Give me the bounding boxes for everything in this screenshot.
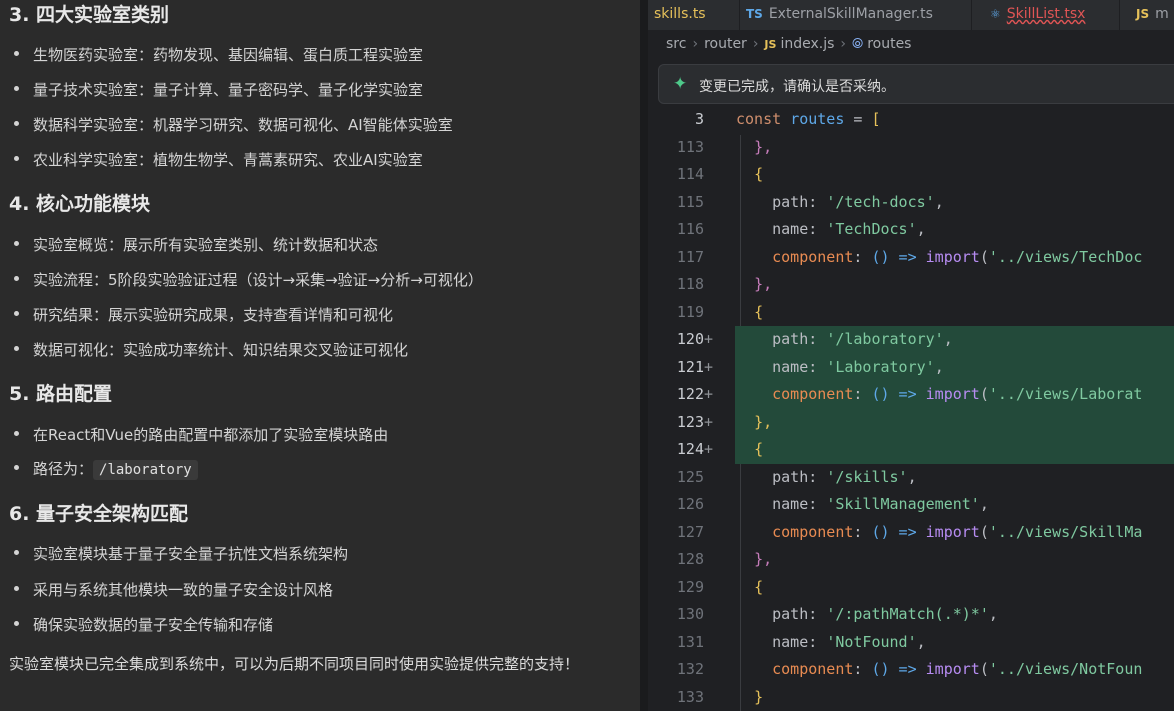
list-item: 实验室模块基于量子安全量子抗性文档系统架构 [14, 543, 348, 564]
plus-icon: + [704, 330, 714, 348]
diff-highlight [735, 408, 1174, 436]
plus-icon: + [704, 440, 714, 458]
js-file-icon: JS [764, 38, 777, 51]
added-code-line[interactable]: 120 + path: '/laboratory', [648, 326, 1174, 354]
chat-panel: 3. 四大实验室类别 生物医药实验室：药物发现、基因编辑、蛋白质工程实验室 量子… [0, 0, 640, 711]
breadcrumb-router[interactable]: router [704, 36, 747, 52]
list-item: 数据可视化：实验成功率统计、知识结果交叉验证可视化 [14, 339, 408, 360]
code-editor[interactable]: skills.ts TS ExternalSkillManager.ts ⚛ Ski… [648, 0, 1174, 711]
breadcrumb-file[interactable]: index.js [780, 36, 834, 52]
react-icon: ⚛ [990, 7, 1001, 21]
bullet-icon [14, 621, 19, 626]
code-line[interactable]: 131 name: 'NotFound', [648, 629, 1174, 657]
added-code-line[interactable]: 122 + component: () => import('../views/L… [648, 381, 1174, 409]
code-line[interactable]: 113 }, [648, 134, 1174, 162]
sparkle-icon: ✦ [673, 74, 688, 94]
bullet-icon [14, 586, 19, 591]
code-line[interactable]: 132 component: () => import('../views/No… [648, 656, 1174, 684]
bullet-icon [14, 465, 19, 470]
code-line[interactable]: 116 name: 'TechDocs', [648, 216, 1174, 244]
inline-code: /laboratory [93, 460, 198, 480]
breadcrumb-symbol[interactable]: routes [867, 36, 911, 52]
list-item: 数据科学实验室：机器学习研究、数据可视化、AI智能体实验室 [14, 114, 453, 135]
list-item: 研究结果：展示实验研究成果，支持查看详情和可视化 [14, 304, 393, 325]
notice-text: 变更已完成，请确认是否采纳。 [699, 79, 895, 95]
section-title: 5. 路由配置 [9, 383, 113, 405]
code-line[interactable]: 3 const routes = [ [648, 106, 1174, 134]
bullet-icon [14, 346, 19, 351]
tab-bar: skills.ts TS ExternalSkillManager.ts ⚛ Ski… [648, 0, 1174, 30]
section-title: 3. 四大实验室类别 [9, 4, 170, 26]
pane-splitter[interactable] [640, 0, 648, 711]
bullet-icon [14, 276, 19, 281]
breadcrumb: src › router › JS index.js › ⦾ routes [666, 36, 911, 52]
list-item: 确保实验数据的量子安全传输和存储 [14, 614, 273, 635]
section-title: 6. 量子安全架构匹配 [9, 503, 189, 525]
plus-icon: + [704, 357, 714, 376]
chevron-right-icon: › [840, 36, 846, 52]
bullet-icon [14, 550, 19, 555]
code-line[interactable]: 126 name: 'SkillManagement', [648, 491, 1174, 519]
added-code-line[interactable]: 124 + { [648, 436, 1174, 464]
code-line[interactable]: 129 { [648, 574, 1174, 602]
plus-icon: + [704, 385, 714, 403]
symbol-icon: ⦾ [851, 36, 864, 52]
code-line[interactable]: 125 path: '/skills', [648, 464, 1174, 492]
code-line[interactable]: 130 path: '/:pathMatch(.*)*', [648, 601, 1174, 629]
code-line[interactable]: 119 { [648, 299, 1174, 327]
added-code-line[interactable]: 121 + name: 'Laboratory', [648, 353, 1174, 381]
section-title: 4. 核心功能模块 [9, 193, 151, 215]
bullet-icon [14, 241, 19, 246]
bullet-icon [14, 431, 19, 436]
list-item: 采用与系统其他模块一致的量子安全设计风格 [14, 579, 333, 600]
tab-skills-ts[interactable]: skills.ts [648, 0, 740, 30]
list-item: 生物医药实验室：药物发现、基因编辑、蛋白质工程实验室 [14, 44, 423, 65]
chevron-right-icon: › [752, 36, 759, 52]
bullet-icon [14, 121, 19, 126]
tab-external-skill-manager[interactable]: TS ExternalSkillManager.ts [740, 0, 972, 30]
bullet-icon [14, 156, 19, 161]
list-item: 实验流程：5阶段实验验证过程（设计→采集→验证→分析→可视化） [14, 269, 483, 290]
tab-skill-list[interactable]: ⚛ SkillList.tsx [972, 0, 1120, 30]
list-item: 实验室概览：展示所有实验室类别、统计数据和状态 [14, 234, 378, 255]
chevron-right-icon: › [692, 36, 699, 52]
list-item: 在React和Vue的路由配置中都添加了实验室模块路由 [14, 424, 388, 445]
ai-change-notice: ✦ 变更已完成，请确认是否采纳。 [658, 64, 1174, 104]
tab-overflow[interactable]: JS m [1120, 0, 1174, 30]
plus-icon: + [704, 412, 714, 431]
list-item: 量子技术实验室：量子计算、量子密码学、量子化学实验室 [14, 79, 423, 100]
diff-highlight [735, 436, 1174, 464]
code-line[interactable]: 127 component: () => import('../views/Sk… [648, 519, 1174, 547]
list-item: 农业科学实验室：植物生物学、青蒿素研究、农业AI实验室 [14, 149, 423, 170]
code-line[interactable]: 115 path: '/tech-docs', [648, 189, 1174, 217]
bullet-icon [14, 86, 19, 91]
bullet-icon [14, 51, 19, 56]
added-code-line[interactable]: 123 + }, [648, 408, 1174, 436]
closing-paragraph: 实验室模块已完全集成到系统中，可以为后期不同项目同时使用实验提供完整的支持！ [9, 655, 580, 673]
code-line[interactable]: 128 }, [648, 546, 1174, 574]
code-line[interactable]: 114 { [648, 161, 1174, 189]
code-line[interactable]: 118 }, [648, 271, 1174, 299]
bullet-icon [14, 311, 19, 316]
code-line[interactable]: 117 component: () => import('../views/Te… [648, 244, 1174, 272]
breadcrumb-src[interactable]: src [666, 36, 686, 52]
list-item: 路径为：/laboratory [14, 458, 198, 480]
code-line[interactable]: 133 } [648, 684, 1174, 711]
